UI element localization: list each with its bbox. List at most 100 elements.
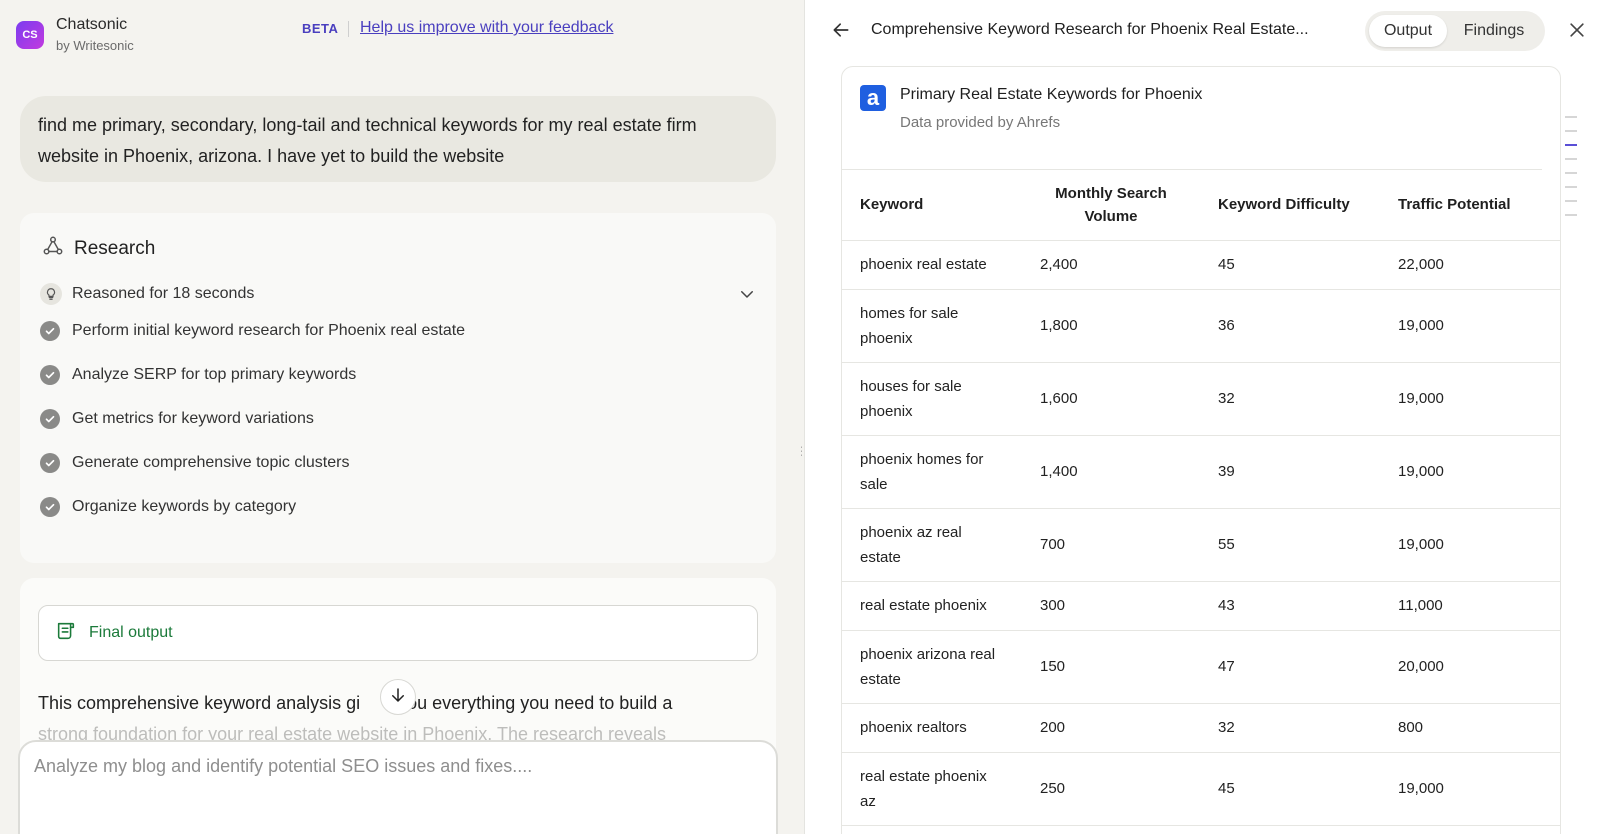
table-row: phoenix realtors 200 32 800 — [842, 703, 1560, 753]
close-icon[interactable] — [1567, 20, 1587, 45]
lightbulb-icon — [40, 283, 62, 305]
step-label: Analyze SERP for top primary keywords — [72, 366, 357, 383]
step-label: Get metrics for keyword variations — [72, 410, 314, 427]
output-panel: Comprehensive Keyword Research for Phoen… — [804, 0, 1600, 834]
research-title: Research — [74, 237, 156, 259]
traffic-cell: 20,000 — [1380, 630, 1560, 704]
volume-cell: 300 — [1022, 581, 1200, 631]
reasoning-toggle[interactable]: Reasoned for 18 seconds — [40, 283, 756, 305]
research-icon — [42, 235, 64, 262]
chevron-down-icon[interactable] — [738, 285, 756, 308]
final-output-label: Final output — [89, 624, 173, 641]
panel-header: Comprehensive Keyword Research for Phoen… — [805, 0, 1600, 64]
brand[interactable]: CS Chatsonic by Writesonic — [16, 16, 134, 54]
view-toggle: Output Findings — [1365, 11, 1545, 51]
traffic-cell: 19,000 — [1380, 435, 1560, 509]
difficulty-cell: 45 — [1200, 752, 1380, 826]
column-header: Traffic Potential — [1380, 170, 1560, 241]
column-header: Keyword Difficulty — [1200, 170, 1380, 241]
check-icon — [40, 497, 60, 517]
research-step: Get metrics for keyword variations — [40, 409, 314, 429]
step-label: Organize keywords by category — [72, 498, 297, 515]
card-subtitle: Data provided by Ahrefs — [900, 114, 1061, 131]
traffic-cell: 22,000 — [1380, 240, 1560, 290]
keyword-cell: phoenix arizona real estate — [842, 630, 1022, 704]
traffic-cell: 19,000 — [1380, 362, 1560, 436]
check-icon — [40, 321, 60, 341]
volume-cell: 150 — [1022, 630, 1200, 704]
keyword-cell: phoenix az real estate — [842, 508, 1022, 582]
keyword-cell: houses for sale phoenix — [842, 362, 1022, 436]
brand-sub: by Writesonic — [56, 38, 134, 53]
keyword-cell: homes for sale phoenix — [842, 289, 1022, 363]
table-row: houses for sale phoenix 1,600 32 19,000 — [842, 362, 1560, 436]
scroll-down-button[interactable] — [380, 679, 416, 715]
keyword-cell: phoenix realtors — [842, 703, 1022, 753]
check-icon — [40, 409, 60, 429]
tab-output[interactable]: Output — [1369, 15, 1447, 47]
card-title: Primary Real Estate Keywords for Phoenix — [900, 86, 1203, 103]
table-row: phoenix arizona real estate 150 47 20,00… — [842, 630, 1560, 704]
research-step: Organize keywords by category — [40, 497, 296, 517]
traffic-cell: 19,000 — [1380, 508, 1560, 582]
scroll-minimap[interactable] — [1565, 116, 1577, 228]
volume-cell: 700 — [1022, 508, 1200, 582]
final-output-button[interactable]: Final output — [38, 605, 758, 661]
keyword-cell: real estate phoenix az — [842, 752, 1022, 826]
brand-name: Chatsonic — [56, 16, 128, 33]
volume-cell: 200 — [1022, 703, 1200, 753]
research-step: Generate comprehensive topic clusters — [40, 453, 349, 473]
difficulty-cell: 32 — [1200, 703, 1380, 753]
column-header: Keyword — [842, 170, 1022, 241]
difficulty-cell: 55 — [1200, 508, 1380, 582]
table-row: phoenix real estate 2,400 45 22,000 — [842, 240, 1560, 290]
header-divider — [348, 21, 349, 37]
traffic-cell: 800 — [1380, 703, 1560, 753]
step-label: Generate comprehensive topic clusters — [72, 454, 350, 471]
volume-cell: 1,800 — [1022, 289, 1200, 363]
difficulty-cell: 43 — [1200, 581, 1380, 631]
table-row: phoenix az real estate 700 55 19,000 — [842, 508, 1560, 582]
research-step: Analyze SERP for top primary keywords — [40, 365, 356, 385]
volume-cell: 2,400 — [1022, 240, 1200, 290]
message-input[interactable] — [34, 756, 754, 777]
step-label: Perform initial keyword research for Pho… — [72, 322, 466, 339]
card-header: a Primary Real Estate Keywords for Phoen… — [860, 85, 1202, 131]
feedback-link[interactable]: Help us improve with your feedback — [360, 19, 613, 37]
volume-cell: 1,400 — [1022, 435, 1200, 509]
resize-handle-icon[interactable]: ⋮ — [796, 444, 802, 458]
volume-cell: 250 — [1022, 752, 1200, 826]
keyword-cell: real estate phoenix — [842, 581, 1022, 631]
user-message: find me primary, secondary, long-tail an… — [20, 96, 776, 182]
check-icon — [40, 365, 60, 385]
tab-findings[interactable]: Findings — [1447, 15, 1541, 47]
difficulty-cell: 39 — [1200, 435, 1380, 509]
check-icon — [40, 453, 60, 473]
research-header: Research — [42, 235, 155, 262]
chat-pane: CS Chatsonic by Writesonic BETA Help us … — [0, 0, 802, 834]
volume-cell: 1,600 — [1022, 362, 1200, 436]
difficulty-cell: 32 — [1200, 362, 1380, 436]
keyword-cell: phoenix homes for sale — [842, 435, 1022, 509]
back-arrow-icon[interactable] — [831, 20, 851, 45]
table-header-row: Keyword Monthly Search Volume Keyword Di… — [842, 170, 1560, 241]
table-row: homes for sale phoenix 1,800 36 19,000 — [842, 289, 1560, 363]
table-row: real estate phoenix 300 43 11,000 — [842, 581, 1560, 631]
traffic-cell: 11,000 — [1380, 581, 1560, 631]
keyword-cell: phoenix real estate — [842, 240, 1022, 290]
traffic-cell: 19,000 — [1380, 289, 1560, 363]
panel-title: Comprehensive Keyword Research for Phoen… — [871, 21, 1309, 38]
arrow-down-icon — [389, 686, 407, 709]
table-row: real estate phoenix az 250 45 19,000 — [842, 752, 1560, 826]
difficulty-cell: 47 — [1200, 630, 1380, 704]
scroll-document-icon — [55, 620, 77, 647]
difficulty-cell: 45 — [1200, 240, 1380, 290]
difficulty-cell: 36 — [1200, 289, 1380, 363]
table-row: phoenix homes for sale 1,400 39 19,000 — [842, 435, 1560, 509]
keyword-table: Keyword Monthly Search Volume Keyword Di… — [842, 170, 1560, 826]
chatsonic-logo: CS — [16, 21, 44, 49]
reasoned-label: Reasoned for 18 seconds — [72, 285, 255, 302]
message-composer — [18, 740, 778, 834]
research-step: Perform initial keyword research for Pho… — [40, 321, 465, 341]
beta-badge: BETA — [302, 21, 339, 36]
